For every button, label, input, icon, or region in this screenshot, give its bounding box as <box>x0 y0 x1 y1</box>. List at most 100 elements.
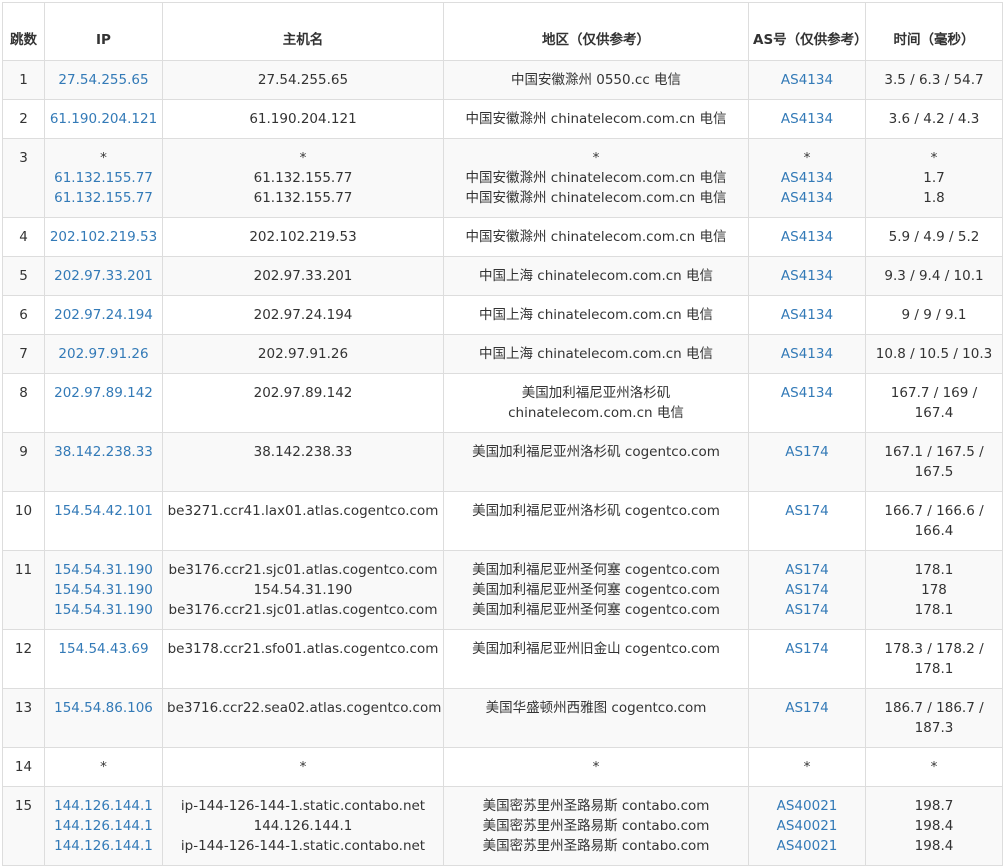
ip-link[interactable]: 202.102.219.53 <box>49 227 158 247</box>
ip-link[interactable]: 144.126.144.1 <box>49 816 158 836</box>
latency-text: 178.1 <box>914 562 954 578</box>
asn-link[interactable]: AS4134 <box>753 70 861 90</box>
ip-cell: 61.190.204.121 <box>44 99 163 139</box>
hostname-text: 144.126.144.1 <box>253 818 353 834</box>
latency-text: 167.5 <box>914 464 954 480</box>
region-cell: 中国上海 chinatelecom.com.cn 电信 <box>443 295 749 335</box>
hop-cell: 9 <box>2 432 45 492</box>
host-cell: ip-144-126-144-1.static.contabo.net 144.1… <box>162 786 444 866</box>
ip-link[interactable]: 154.54.31.190 <box>49 580 158 600</box>
timeout-marker: * <box>100 759 107 775</box>
ip-link[interactable]: 154.54.42.101 <box>49 501 158 521</box>
timeout-marker: * <box>930 150 938 166</box>
header-hop: 跳数 <box>2 2 45 61</box>
region-cell: * 中国安徽滁州 chinatelecom.com.cn 电信 中国安徽滁州 chi… <box>443 138 749 218</box>
asn-link[interactable]: AS4134 <box>753 383 861 403</box>
ip-link[interactable]: 144.126.144.1 <box>49 836 158 856</box>
hop-cell: 10 <box>2 491 45 551</box>
time-cell: 167.7 / 169 / 167.4 <box>865 373 1003 433</box>
asn-link[interactable]: AS174 <box>753 698 861 718</box>
time-cell: * <box>865 747 1003 787</box>
asn-link[interactable]: AS4134 <box>753 227 861 247</box>
ip-link[interactable]: 202.97.89.142 <box>49 383 158 403</box>
hostname-text: be3176.ccr21.sjc01.atlas.cogentco.com <box>168 562 438 578</box>
hostname-text: 202.97.91.26 <box>257 346 349 362</box>
hop-cell: 13 <box>2 688 45 748</box>
asn-link[interactable]: AS174 <box>753 600 861 620</box>
time-cell: 3.5 / 6.3 / 54.7 <box>865 60 1003 100</box>
ip-link[interactable]: 154.54.43.69 <box>49 639 158 659</box>
ip-link[interactable]: 144.126.144.1 <box>49 796 158 816</box>
asn-cell: AS4134 <box>748 373 866 433</box>
ip-link[interactable]: 61.132.155.77 <box>49 188 158 208</box>
traceroute-table: 跳数 IP 主机名 地区（仅供参考） AS号（仅供参考） 时间（毫秒） 1 27.… <box>2 2 1003 866</box>
time-cell: 10.8 / 10.5 / 10.3 <box>865 334 1003 374</box>
header-asn: AS号（仅供参考） <box>748 2 868 61</box>
region-text: 美国密苏里州圣路易斯 contabo.com <box>482 798 710 814</box>
latency-text: 187.3 <box>914 720 954 736</box>
time-cell: 3.6 / 4.2 / 4.3 <box>865 99 1003 139</box>
latency-text: 3.6 / 4.2 / 4.3 <box>888 111 980 127</box>
region-text: 中国安徽滁州 chinatelecom.com.cn 电信 <box>465 190 727 206</box>
region-text: 美国加利福尼亚州洛杉矶 cogentco.com <box>472 503 720 519</box>
ip-link[interactable]: 27.54.255.65 <box>49 70 158 90</box>
asn-link[interactable]: AS4134 <box>753 305 861 325</box>
host-cell: be3716.ccr22.sea02.atlas.cogentco.com <box>162 688 444 748</box>
time-cell: * 1.7 1.8 <box>865 138 1003 218</box>
ip-link[interactable]: 202.97.91.26 <box>49 344 158 364</box>
asn-link[interactable]: AS174 <box>753 442 861 462</box>
host-cell: be3176.ccr21.sjc01.atlas.cogentco.com 154… <box>162 550 444 630</box>
latency-text: 167.1 / 167.5 / <box>884 444 984 460</box>
asn-link[interactable]: AS174 <box>753 580 861 600</box>
hostname-text: ip-144-126-144-1.static.contabo.net <box>180 838 426 854</box>
hop-cell: 8 <box>2 373 45 433</box>
latency-text: 9 / 9 / 9.1 <box>901 307 967 323</box>
time-cell: 186.7 / 186.7 / 187.3 <box>865 688 1003 748</box>
asn-link[interactable]: AS174 <box>753 639 861 659</box>
asn-link[interactable]: AS174 <box>753 560 861 580</box>
asn-link[interactable]: AS174 <box>753 501 861 521</box>
ip-link[interactable]: 38.142.238.33 <box>49 442 158 462</box>
region-cell: 美国华盛顿州西雅图 cogentco.com <box>443 688 749 748</box>
latency-text: 9.3 / 9.4 / 10.1 <box>884 268 984 284</box>
asn-link[interactable]: AS4134 <box>753 188 861 208</box>
region-cell: 美国加利福尼亚州旧金山 cogentco.com <box>443 629 749 689</box>
ip-cell: 27.54.255.65 <box>44 60 163 100</box>
table-row: 12 154.54.43.69 be3178.ccr21.sfo01.atlas.c… <box>2 629 1003 689</box>
asn-link[interactable]: AS4134 <box>753 109 861 129</box>
ip-link[interactable]: 154.54.86.106 <box>49 698 158 718</box>
time-cell: 9.3 / 9.4 / 10.1 <box>865 256 1003 296</box>
asn-link[interactable]: AS40021 <box>753 836 861 856</box>
latency-text: 178.1 <box>914 602 954 618</box>
region-text: chinatelecom.com.cn 电信 <box>508 405 684 421</box>
ip-link[interactable]: 61.190.204.121 <box>49 109 158 129</box>
ip-link[interactable]: 154.54.31.190 <box>49 600 158 620</box>
timeout-marker: * <box>930 759 938 775</box>
asn-link[interactable]: AS4134 <box>753 168 861 188</box>
hostname-text: 202.97.24.194 <box>253 307 353 323</box>
host-cell: 202.97.89.142 <box>162 373 444 433</box>
host-cell: 202.97.33.201 <box>162 256 444 296</box>
asn-cell: * AS4134 AS4134 <box>748 138 866 218</box>
table-row: 4 202.102.219.53 202.102.219.53 中国安徽滁州 chin… <box>2 217 1003 257</box>
asn-link[interactable]: AS4134 <box>753 344 861 364</box>
ip-link[interactable]: 202.97.24.194 <box>49 305 158 325</box>
header-host: 主机名 <box>162 2 444 61</box>
region-text: 中国安徽滁州 chinatelecom.com.cn 电信 <box>465 170 727 186</box>
asn-link[interactable]: AS40021 <box>753 796 861 816</box>
ip-link[interactable]: 202.97.33.201 <box>49 266 158 286</box>
asn-link[interactable]: AS40021 <box>753 816 861 836</box>
region-cell: 中国安徽滁州 chinatelecom.com.cn 电信 <box>443 217 749 257</box>
ip-cell: 154.54.31.190 154.54.31.190 154.54.31.190 <box>44 550 163 630</box>
asn-link[interactable]: AS4134 <box>753 266 861 286</box>
ip-link[interactable]: 154.54.31.190 <box>49 560 158 580</box>
table-row: 1 27.54.255.65 27.54.255.65 中国安徽滁州 0550.cc … <box>2 60 1003 100</box>
ip-link[interactable]: 61.132.155.77 <box>49 168 158 188</box>
region-cell: 美国加利福尼亚州洛杉矶 chinatelecom.com.cn 电信 <box>443 373 749 433</box>
hop-cell: 1 <box>2 60 45 100</box>
region-text: 美国加利福尼亚州洛杉矶 <box>521 385 671 401</box>
region-text: 美国加利福尼亚州洛杉矶 cogentco.com <box>472 444 720 460</box>
latency-text: 167.7 / 169 / <box>890 385 978 401</box>
table-body: 1 27.54.255.65 27.54.255.65 中国安徽滁州 0550.cc … <box>2 60 1003 866</box>
region-cell: 美国加利福尼亚州圣何塞 cogentco.com 美国加利福尼亚州圣何塞 coge… <box>443 550 749 630</box>
